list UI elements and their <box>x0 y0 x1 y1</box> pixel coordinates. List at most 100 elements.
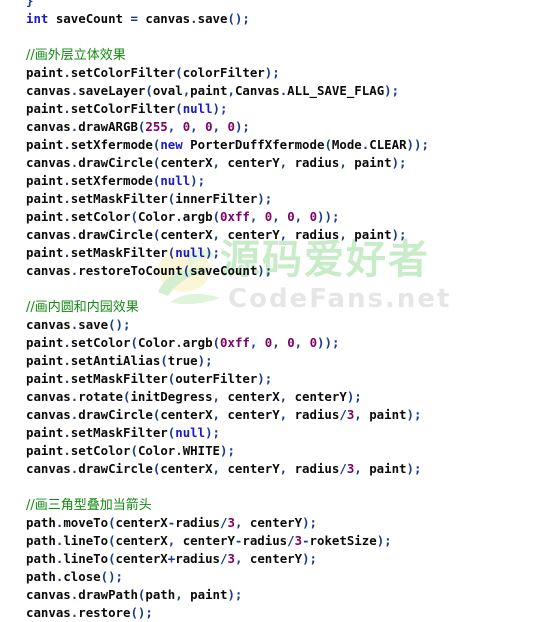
punctuation-token: . <box>63 101 71 116</box>
identifier-token: path <box>26 569 56 584</box>
punctuation-token: , <box>175 587 191 602</box>
punctuation-token: ); <box>205 425 220 440</box>
identifier-token: centerY <box>249 515 303 530</box>
identifier-token: restore <box>78 605 131 620</box>
punctuation-token: , <box>190 119 206 134</box>
code-line: canvas.drawCircle(centerX, centerY, radi… <box>26 406 429 424</box>
punctuation-token: . <box>175 209 183 224</box>
identifier-token: paint <box>26 209 64 224</box>
identifier-token: setColorFilter <box>70 101 176 116</box>
identifier-token: save <box>197 11 228 26</box>
code-line: canvas.drawCircle(centerX, centerY, radi… <box>26 154 429 172</box>
punctuation-token: , <box>167 119 183 134</box>
comment-text: //画外层立体效果 <box>26 48 126 63</box>
code-comment-line: //画三角型叠加当箭头 <box>26 496 429 514</box>
identifier-token: centerX <box>160 227 213 242</box>
punctuation-token: ( <box>130 335 138 350</box>
punctuation-token: ); <box>227 587 243 602</box>
identifier-token: centerX <box>160 155 213 170</box>
identifier-token: argb <box>182 209 213 224</box>
punctuation-token: . <box>63 425 71 440</box>
code-line: } <box>26 0 429 10</box>
punctuation-token: ); <box>391 155 407 170</box>
identifier-token: lineTo <box>63 533 109 548</box>
punctuation-token: ( <box>130 209 138 224</box>
identifier-token: centerX <box>160 461 213 476</box>
number-token: 0 <box>309 209 318 224</box>
keyword-token: null <box>175 245 206 260</box>
code-line: paint.setXfermode(null); <box>26 172 429 190</box>
identifier-token: save <box>78 317 109 332</box>
punctuation-token: , <box>279 461 295 476</box>
identifier-token: path <box>26 515 56 530</box>
punctuation-token: . <box>63 209 71 224</box>
punctuation-token: ); <box>212 101 228 116</box>
number-token: 0 <box>287 209 295 224</box>
keyword-token: int <box>26 11 49 26</box>
punctuation-token: , <box>249 335 265 350</box>
punctuation-token: , <box>294 209 310 224</box>
identifier-token: lineTo <box>63 551 109 566</box>
identifier-token: centerY <box>227 227 280 242</box>
code-editor[interactable]: 源码爱好者 CodeFans.net } int saveCount = canv… <box>0 0 543 620</box>
punctuation-token: . <box>63 65 71 80</box>
code-block: } int saveCount = canvas.save(); //画外层立体效… <box>26 0 429 622</box>
identifier-token: radius <box>294 461 340 476</box>
identifier-token: paint <box>190 83 228 98</box>
code-line: canvas.save(); <box>26 316 429 334</box>
punctuation-token: . <box>63 353 71 368</box>
punctuation-token: . <box>63 443 71 458</box>
code-line: paint.setColorFilter(null); <box>26 100 429 118</box>
identifier-token: centerY <box>249 551 303 566</box>
identifier-token: canvas <box>26 263 71 278</box>
punctuation-token: . <box>63 173 71 188</box>
punctuation-token: , <box>354 407 370 422</box>
punctuation-token: , <box>354 461 370 476</box>
identifier-token: radius <box>175 515 220 530</box>
comment-text: //画三角型叠加当箭头 <box>26 498 152 513</box>
identifier-token: saveCount <box>48 11 131 26</box>
code-line: paint.setMaskFilter(null); <box>26 424 429 442</box>
keyword-token: null <box>182 101 213 116</box>
punctuation-token: ); <box>406 407 422 422</box>
identifier-token: roketSize <box>309 533 377 548</box>
identifier-token: centerY <box>182 533 235 548</box>
punctuation-token: ); <box>257 371 273 386</box>
identifier-token: radius <box>242 533 288 548</box>
identifier-token: paint <box>26 371 64 386</box>
punctuation-token: ); <box>302 515 317 530</box>
identifier-token: paint <box>26 173 64 188</box>
punctuation-token: , <box>167 533 183 548</box>
identifier-token: setMaskFilter <box>70 425 168 440</box>
code-line: paint.setXfermode (new PorterDuffXfermode… <box>26 136 429 154</box>
identifier-token: setColor <box>70 335 131 350</box>
punctuation-token: )); <box>406 137 429 152</box>
number-token: 3 <box>227 551 235 566</box>
code-line: path.lineTo(centerX+radius/3, centerY); <box>26 550 429 568</box>
code-line: canvas.drawCircle(centerX, centerY, radi… <box>26 460 429 478</box>
code-line: canvas.restore(); <box>26 604 429 622</box>
punctuation-token: ); <box>257 191 273 206</box>
identifier-token: rotate <box>78 389 123 404</box>
identifier-token: centerY <box>227 407 280 422</box>
punctuation-token: = <box>130 11 138 26</box>
punctuation-token: , <box>212 119 228 134</box>
identifier-token: Canvas <box>234 83 280 98</box>
identifier-token: paint <box>354 227 392 242</box>
code-line: canvas.saveLayer(oval,paint,Canvas.ALL_S… <box>26 82 429 100</box>
identifier-token: path <box>26 533 56 548</box>
identifier-token: setMaskFilter <box>70 191 168 206</box>
code-line: paint.setColor(Color.argb(0xff, 0, 0, 0)… <box>26 208 429 226</box>
comment-text: //画内圆和内园效果 <box>26 300 139 315</box>
number-token: 0xff <box>220 209 250 224</box>
identifier-token: paint <box>26 353 64 368</box>
punctuation-token: ); <box>391 227 407 242</box>
punctuation-token: ); <box>234 119 250 134</box>
punctuation-token: )); <box>317 209 340 224</box>
identifier-token: paint <box>26 425 64 440</box>
punctuation-token: , <box>212 461 228 476</box>
identifier-token: paint <box>26 191 64 206</box>
punctuation-token: , <box>272 209 288 224</box>
